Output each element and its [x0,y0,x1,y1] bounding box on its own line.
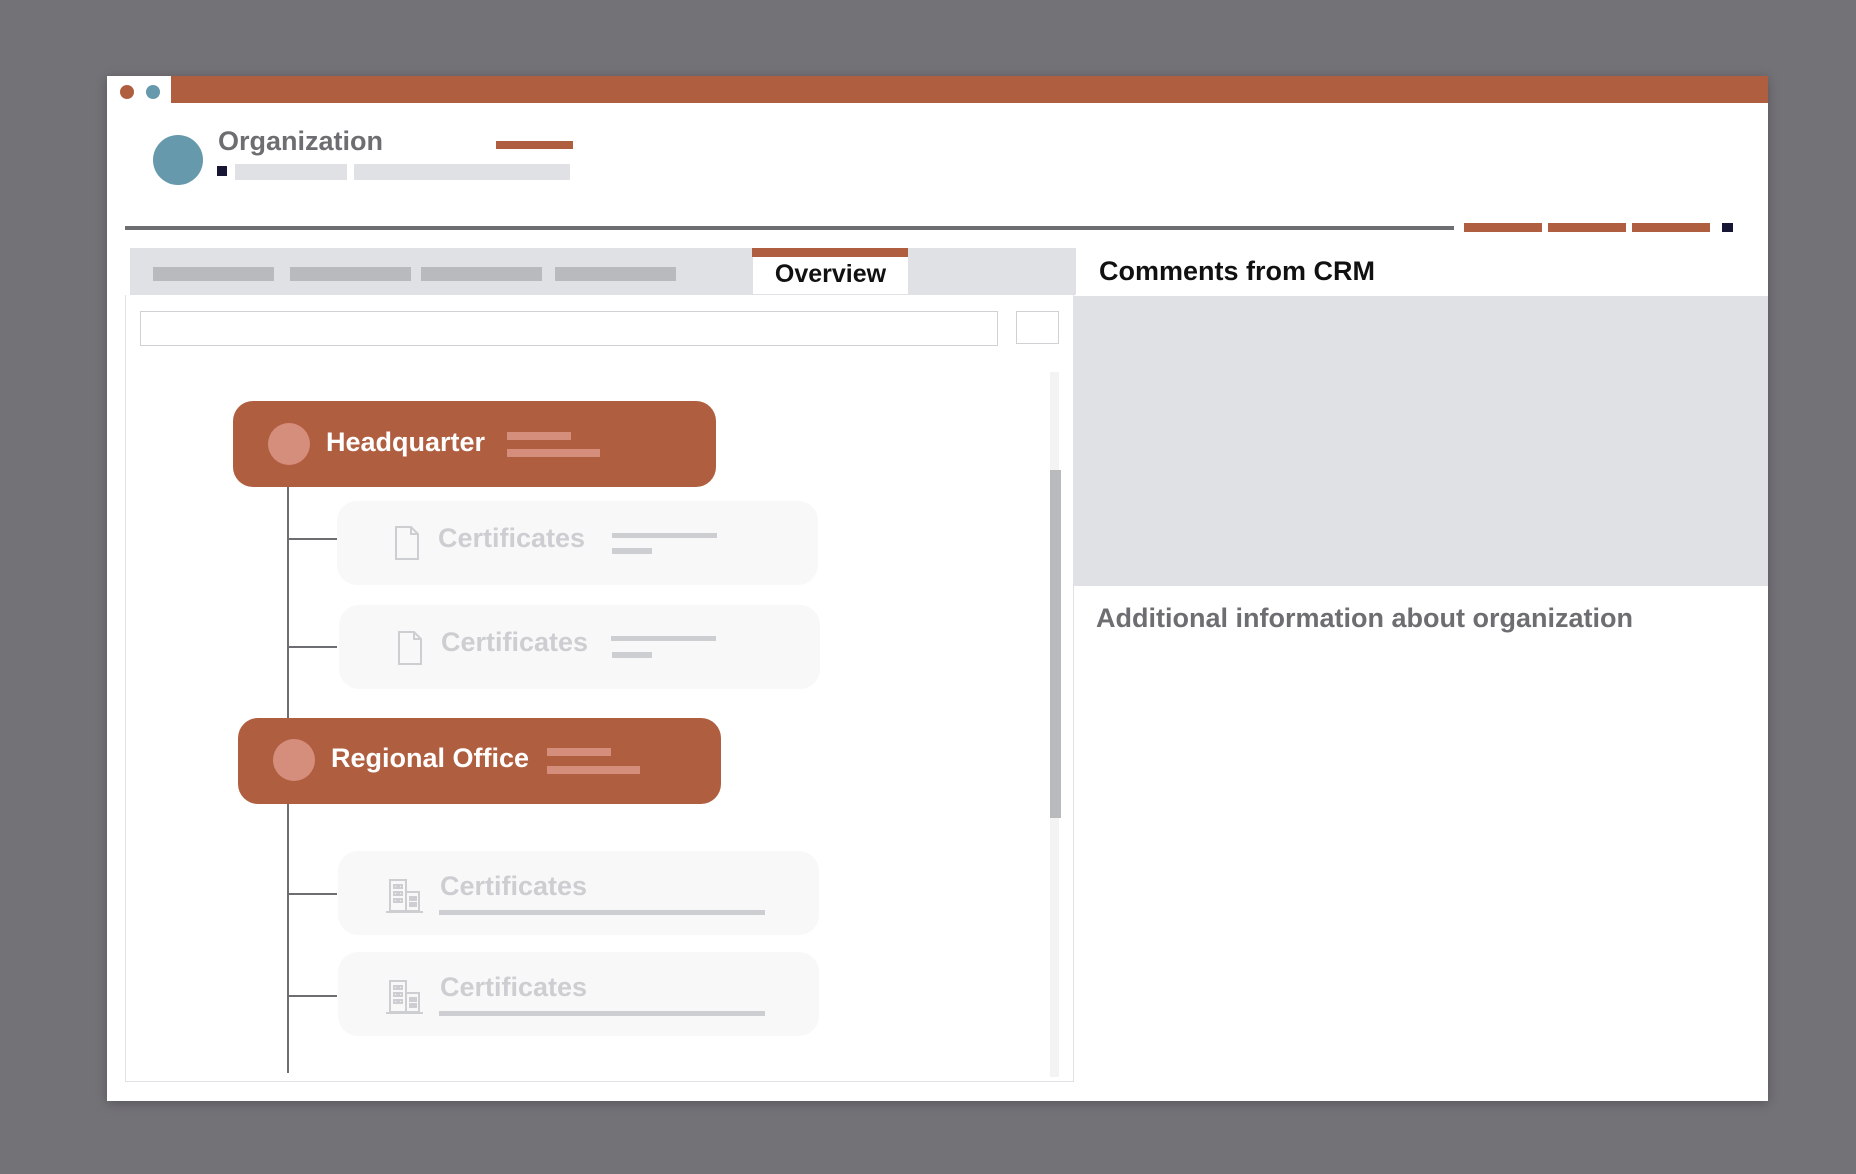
action-button[interactable] [1548,223,1626,232]
tab-placeholder[interactable] [290,267,411,281]
leaf-label: Certificates [440,871,588,901]
action-button[interactable] [1464,223,1542,232]
search-button[interactable] [1016,311,1059,344]
action-marker [1722,223,1733,232]
header-divider [125,226,1454,230]
close-window-button[interactable] [120,85,134,99]
node-meta-placeholder [507,449,600,457]
leaf-meta-placeholder [612,652,652,658]
tree-connector [287,646,337,648]
window-controls [107,76,171,103]
tab-placeholder[interactable] [555,267,676,281]
action-button[interactable] [1632,223,1710,232]
leaf-label: Certificates [438,523,586,553]
building-icon [386,980,423,1014]
app-window: Organization Overview Headquarter Certif… [107,76,1768,1101]
tree-connector [287,538,337,540]
tab-placeholder[interactable] [153,267,274,281]
header-marker [217,166,227,176]
leaf-meta-placeholder [611,636,716,641]
tree-connector [287,995,337,997]
page-title: Organization [218,126,384,156]
leaf-label: Certificates [441,627,589,657]
node-meta-placeholder [507,432,571,440]
header-meta-placeholder [235,164,347,180]
leaf-meta-placeholder [612,548,652,554]
header-accent-bar [496,141,573,149]
tree-connector [287,893,337,895]
leaf-label: Certificates [440,972,588,1002]
node-meta-placeholder [547,766,640,774]
comments-box [1074,296,1768,586]
title-bar [107,76,1768,103]
node-meta-placeholder [547,748,611,756]
comments-title: Comments from CRM [1099,256,1376,286]
organization-avatar [153,135,203,185]
leaf-meta-placeholder [439,1011,765,1016]
tab-overview-label: Overview [774,260,887,288]
node-label: Regional Office [331,743,530,773]
leaf-meta-placeholder [612,533,717,538]
scrollbar-thumb[interactable] [1050,470,1061,818]
node-label: Headquarter [326,427,486,457]
tab-placeholder[interactable] [421,267,542,281]
document-icon [395,526,419,560]
node-avatar [268,423,310,465]
document-icon [398,631,422,665]
tree-connector [287,802,289,1073]
node-avatar [273,739,315,781]
building-icon [386,879,423,913]
additional-info-heading: Additional information about organizatio… [1096,603,1633,633]
minimize-window-button[interactable] [146,85,160,99]
header-meta-placeholder [354,164,570,180]
tab-active-indicator [752,248,908,257]
leaf-meta-placeholder [439,910,765,915]
search-input[interactable] [140,311,998,346]
